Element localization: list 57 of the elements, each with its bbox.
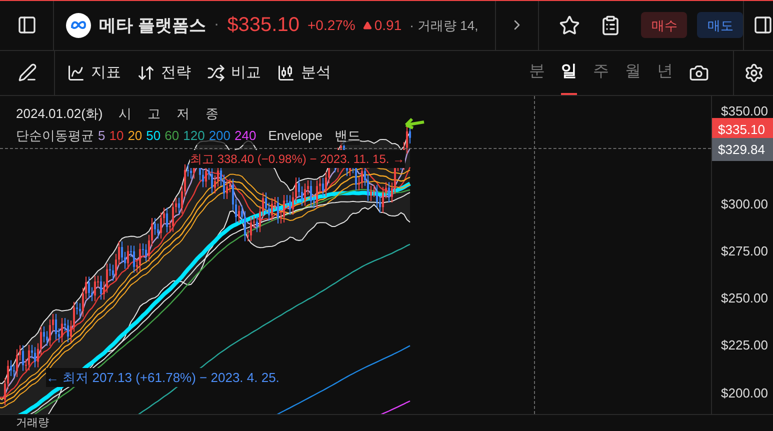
settings-icon[interactable]	[744, 62, 764, 83]
favorite-star-icon[interactable]	[559, 14, 580, 36]
ma-period: 200	[208, 126, 231, 145]
interval-tab[interactable]: 주	[593, 50, 609, 96]
up-triangle-icon	[363, 20, 372, 30]
arrow-icon	[404, 116, 426, 131]
toolbar-button[interactable]: 지표	[67, 62, 121, 84]
logo-icon	[66, 12, 92, 38]
price-tick: $300.00	[721, 195, 768, 214]
low-annotation: ← 최저 207.13 (+61.78%) − 2023. 4. 25.	[46, 368, 280, 388]
clipboard-icon[interactable]	[600, 14, 622, 36]
high-annotation: 최고 338.40 (−0.98%) − 2023. 11. 15. →	[190, 150, 405, 168]
price-tick: $225.00	[721, 336, 768, 354]
ohlc-label: 고	[146, 104, 161, 123]
ma-period: 10	[109, 126, 124, 145]
ma-period: 50	[146, 126, 161, 145]
ohlc-label: 종	[204, 104, 219, 123]
separator-dot: ·	[214, 15, 220, 36]
ma-period: 240	[234, 126, 256, 145]
price-tick: $200.00	[721, 384, 768, 402]
ma-period: 60	[164, 126, 180, 145]
sidebar-toggle-icon[interactable]	[16, 15, 37, 36]
change-amount: 0.91	[374, 16, 402, 35]
ohlc-label: 저	[176, 104, 190, 123]
camera-icon[interactable]	[689, 62, 709, 83]
price-tick: $275.00	[721, 242, 768, 260]
right-panel-icon[interactable]	[752, 15, 773, 36]
tool-icon	[137, 64, 155, 82]
ma-period: 20	[128, 126, 142, 145]
ohlc-label: 시	[118, 104, 132, 123]
price-tick: $250.00	[721, 289, 768, 308]
stock-name: 메타 플랫폼스	[99, 14, 206, 37]
toolbar-button[interactable]: 전략	[137, 62, 191, 84]
volume-pane-title: 거래량	[16, 416, 49, 430]
interval-tab[interactable]: 월	[625, 50, 641, 96]
trade-button[interactable]: 매도	[697, 12, 744, 38]
toolbar-button[interactable]: 비교	[207, 62, 261, 84]
ma-period: 120	[183, 126, 205, 145]
interval-tab[interactable]: 분	[529, 50, 545, 96]
toolbar-button[interactable]: 분석	[277, 62, 331, 84]
change-percent: +0.27%	[307, 16, 356, 35]
date-label: 2024.01.02(화)	[16, 104, 103, 123]
band-label: 밴드	[334, 126, 360, 145]
trade-button[interactable]: 매수	[641, 12, 688, 38]
crosshair-price-tag: $329.84	[712, 138, 773, 162]
ma-title: 단순이동평균	[16, 126, 94, 145]
interval-tab[interactable]: 년	[657, 50, 673, 96]
volume-text: · 거래량 14,	[410, 16, 478, 35]
tool-icon	[277, 64, 295, 82]
pen-icon[interactable]	[18, 63, 36, 82]
interval-tab[interactable]: 일	[561, 50, 577, 96]
envelope-label: Envelope	[268, 126, 322, 145]
stock-price: $335.10	[227, 13, 300, 38]
price-tick: $350.00	[721, 102, 768, 120]
tool-icon	[207, 64, 225, 82]
ma-period: 5	[98, 126, 106, 145]
tool-icon	[67, 64, 85, 82]
